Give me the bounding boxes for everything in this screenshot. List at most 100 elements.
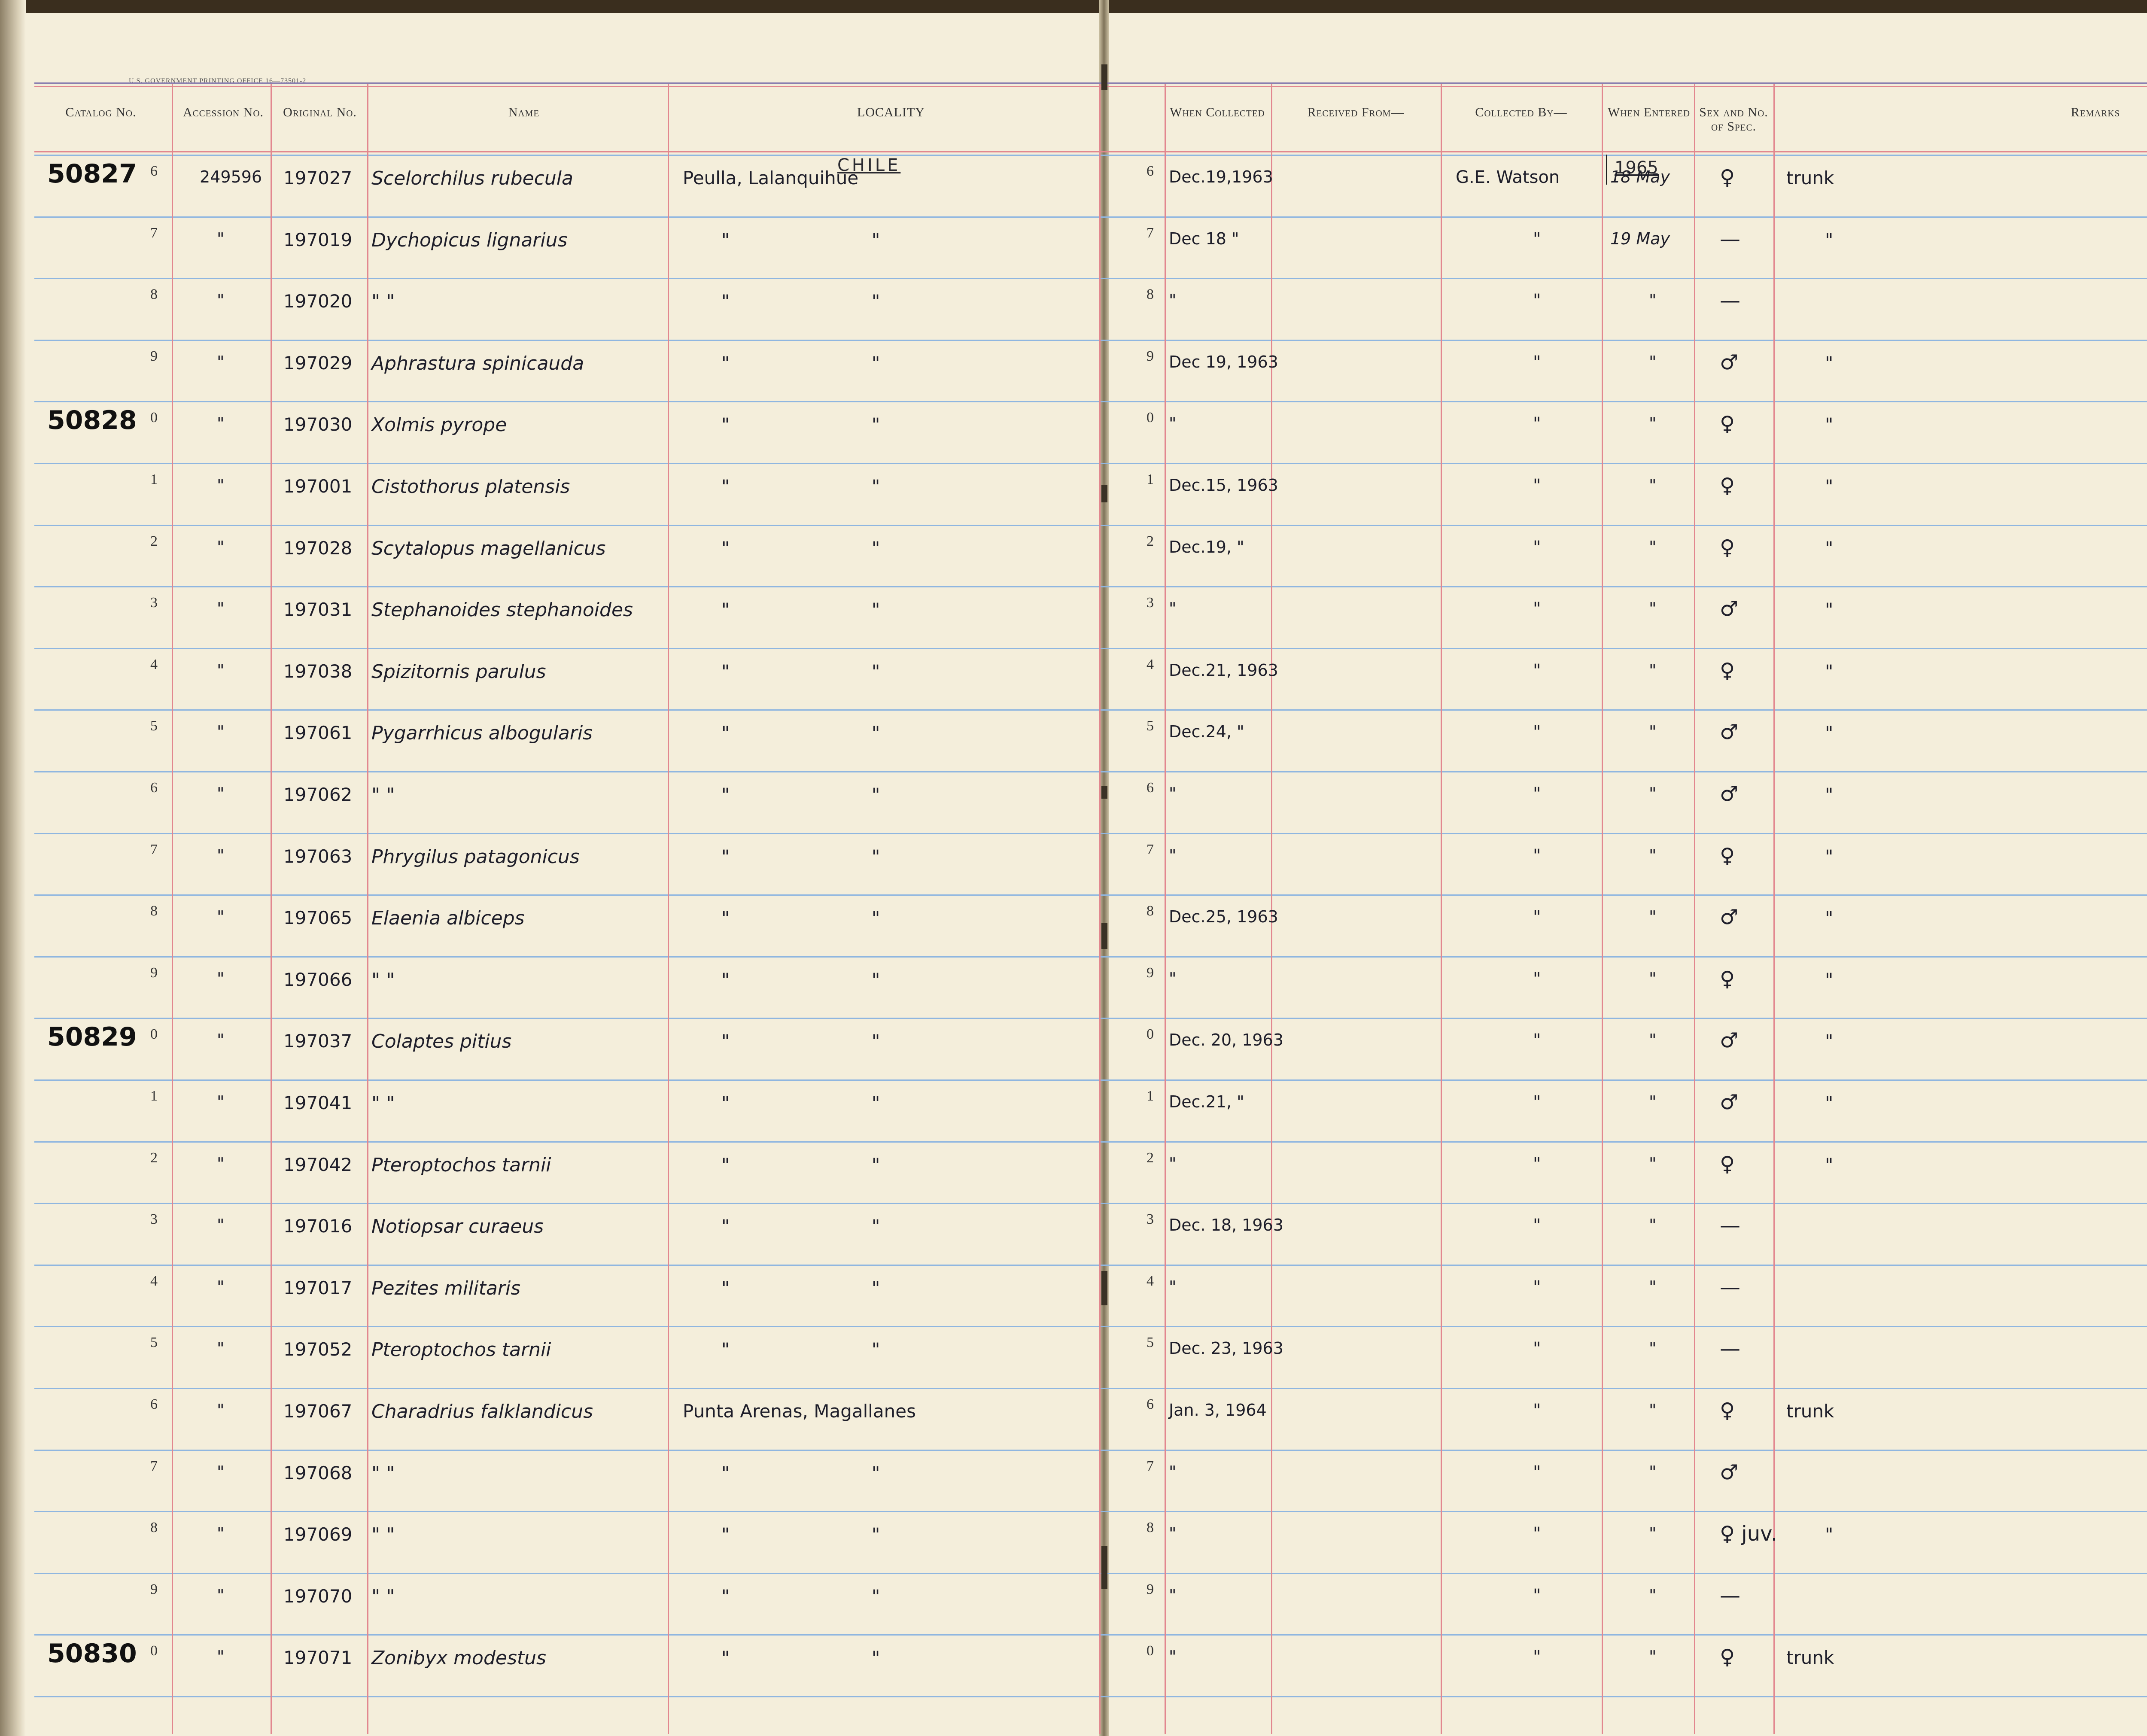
header-sex-and-no: Sex and No. of Spec. [1699,105,1768,134]
row-digit: 2 [150,1150,158,1166]
original-number: 197063 [283,846,353,867]
row-digit: 7 [150,1458,158,1474]
when-collected: Dec. 18, 1963 [1169,1216,1283,1234]
original-number: 197067 [283,1401,353,1422]
remarks: " [1825,476,1834,497]
remarks: " [1825,722,1834,743]
remarks: " [1825,846,1834,867]
original-number: 197042 [283,1154,353,1175]
collected-by: " [1533,229,1541,249]
when-collected: " [1169,1462,1177,1481]
original-number: 197070 [283,1586,353,1607]
when-collected: Dec.15, 1963 [1169,476,1278,495]
species-name: Colaptes pitius [371,1031,512,1052]
remarks: " [1825,661,1834,682]
species-name: Elaenia albiceps [371,907,525,929]
original-number: 197030 [283,414,353,435]
sex-and-number: ♂ [1720,905,1739,929]
locality: Punta Arenas, Magallanes [683,1401,916,1422]
when-entered: " [1649,1586,1657,1605]
row-digit: 1 [150,1088,158,1104]
original-number: 197027 [283,167,353,188]
species-name: Scelorchilus rubecula [371,167,573,189]
row-rule [34,771,2147,772]
original-number: 197028 [283,538,353,559]
right-row-digit: 5 [1146,1335,1154,1350]
original-number: 197052 [283,1339,353,1360]
accession-number: " [217,784,225,803]
sex-and-number: ♀ [1720,1399,1735,1423]
remarks: trunk [1786,1401,1834,1422]
when-collected: Dec. 23, 1963 [1169,1339,1283,1358]
when-entered: " [1649,1647,1657,1666]
species-name: Pygarrhicus albogularis [371,722,593,744]
when-entered: 18 May [1610,167,1670,186]
sex-and-number: — [1720,1337,1740,1361]
right-row-digit: 2 [1146,1150,1154,1166]
right-row-digit: 7 [1146,225,1154,241]
species-name: " " [371,1586,395,1608]
locality-ditto: " [721,1462,730,1484]
when-entered: " [1649,1031,1657,1049]
original-number: 197020 [283,291,353,312]
row-digit: 9 [150,965,158,981]
original-number: 197031 [283,599,353,620]
species-name: Charadrius falklandicus [371,1401,593,1423]
locality-ditto-2: " [872,846,880,867]
locality-ditto: " [721,291,730,312]
accession-number: " [217,1277,225,1296]
header-bottom-rule [34,151,2147,152]
row-digit: 4 [150,657,158,672]
remarks: " [1825,1031,1834,1052]
when-collected: Dec.19,1963 [1169,167,1273,186]
when-collected: Dec. 20, 1963 [1169,1031,1283,1049]
header-locality: LOCALITY [857,105,925,119]
sex-and-number: ♂ [1720,350,1739,374]
species-name: Phrygilus patagonicus [371,846,580,868]
right-row-digit: 1 [1146,1088,1154,1104]
accession-number: " [217,1154,225,1173]
right-row-digit: 0 [1146,1643,1154,1659]
column-rule [1441,84,1442,1734]
sex-and-number: ♂ [1720,1460,1739,1484]
original-number: 197016 [283,1216,353,1237]
right-row-digit: 6 [1146,163,1154,179]
accession-number: " [217,661,225,680]
accession-number: " [217,229,225,248]
locality-ditto-2: " [872,969,880,990]
catalog-number: 50828 [47,405,137,435]
locality-ditto-2: " [872,414,880,435]
when-collected: " [1169,1586,1177,1605]
sex-and-number: ♀ [1720,165,1735,189]
row-rule [34,1388,2147,1389]
right-row-digit: 8 [1146,1520,1154,1535]
original-number: 197038 [283,661,353,682]
row-digit: 3 [150,595,158,611]
row-rule [34,1265,2147,1266]
accession-number: " [217,291,225,310]
when-collected: " [1169,414,1177,433]
when-entered: " [1649,1277,1657,1296]
binding-clip [1101,786,1107,799]
right-row-digit: 3 [1146,1211,1154,1227]
row-digit: 6 [150,780,158,796]
accession-number: " [217,1339,225,1358]
binding-clip [1101,485,1107,502]
sex-and-number: ♂ [1720,1028,1739,1052]
when-entered: " [1649,1154,1657,1173]
accession-number: " [217,1586,225,1605]
remarks: " [1825,1092,1834,1113]
remarks: " [1825,599,1834,620]
locality-ditto: " [721,846,730,867]
row-digit: 9 [150,1581,158,1597]
when-collected: " [1169,1524,1177,1543]
locality-ditto-2: " [872,784,880,805]
row-rule [34,1203,2147,1204]
species-name: Notiopsar curaeus [371,1216,544,1237]
when-entered: " [1649,1462,1657,1481]
right-row-digit: 7 [1146,1458,1154,1474]
collected-by: " [1533,353,1541,372]
when-entered: " [1649,599,1657,618]
accession-number: " [217,722,225,741]
when-collected: " [1169,969,1177,988]
